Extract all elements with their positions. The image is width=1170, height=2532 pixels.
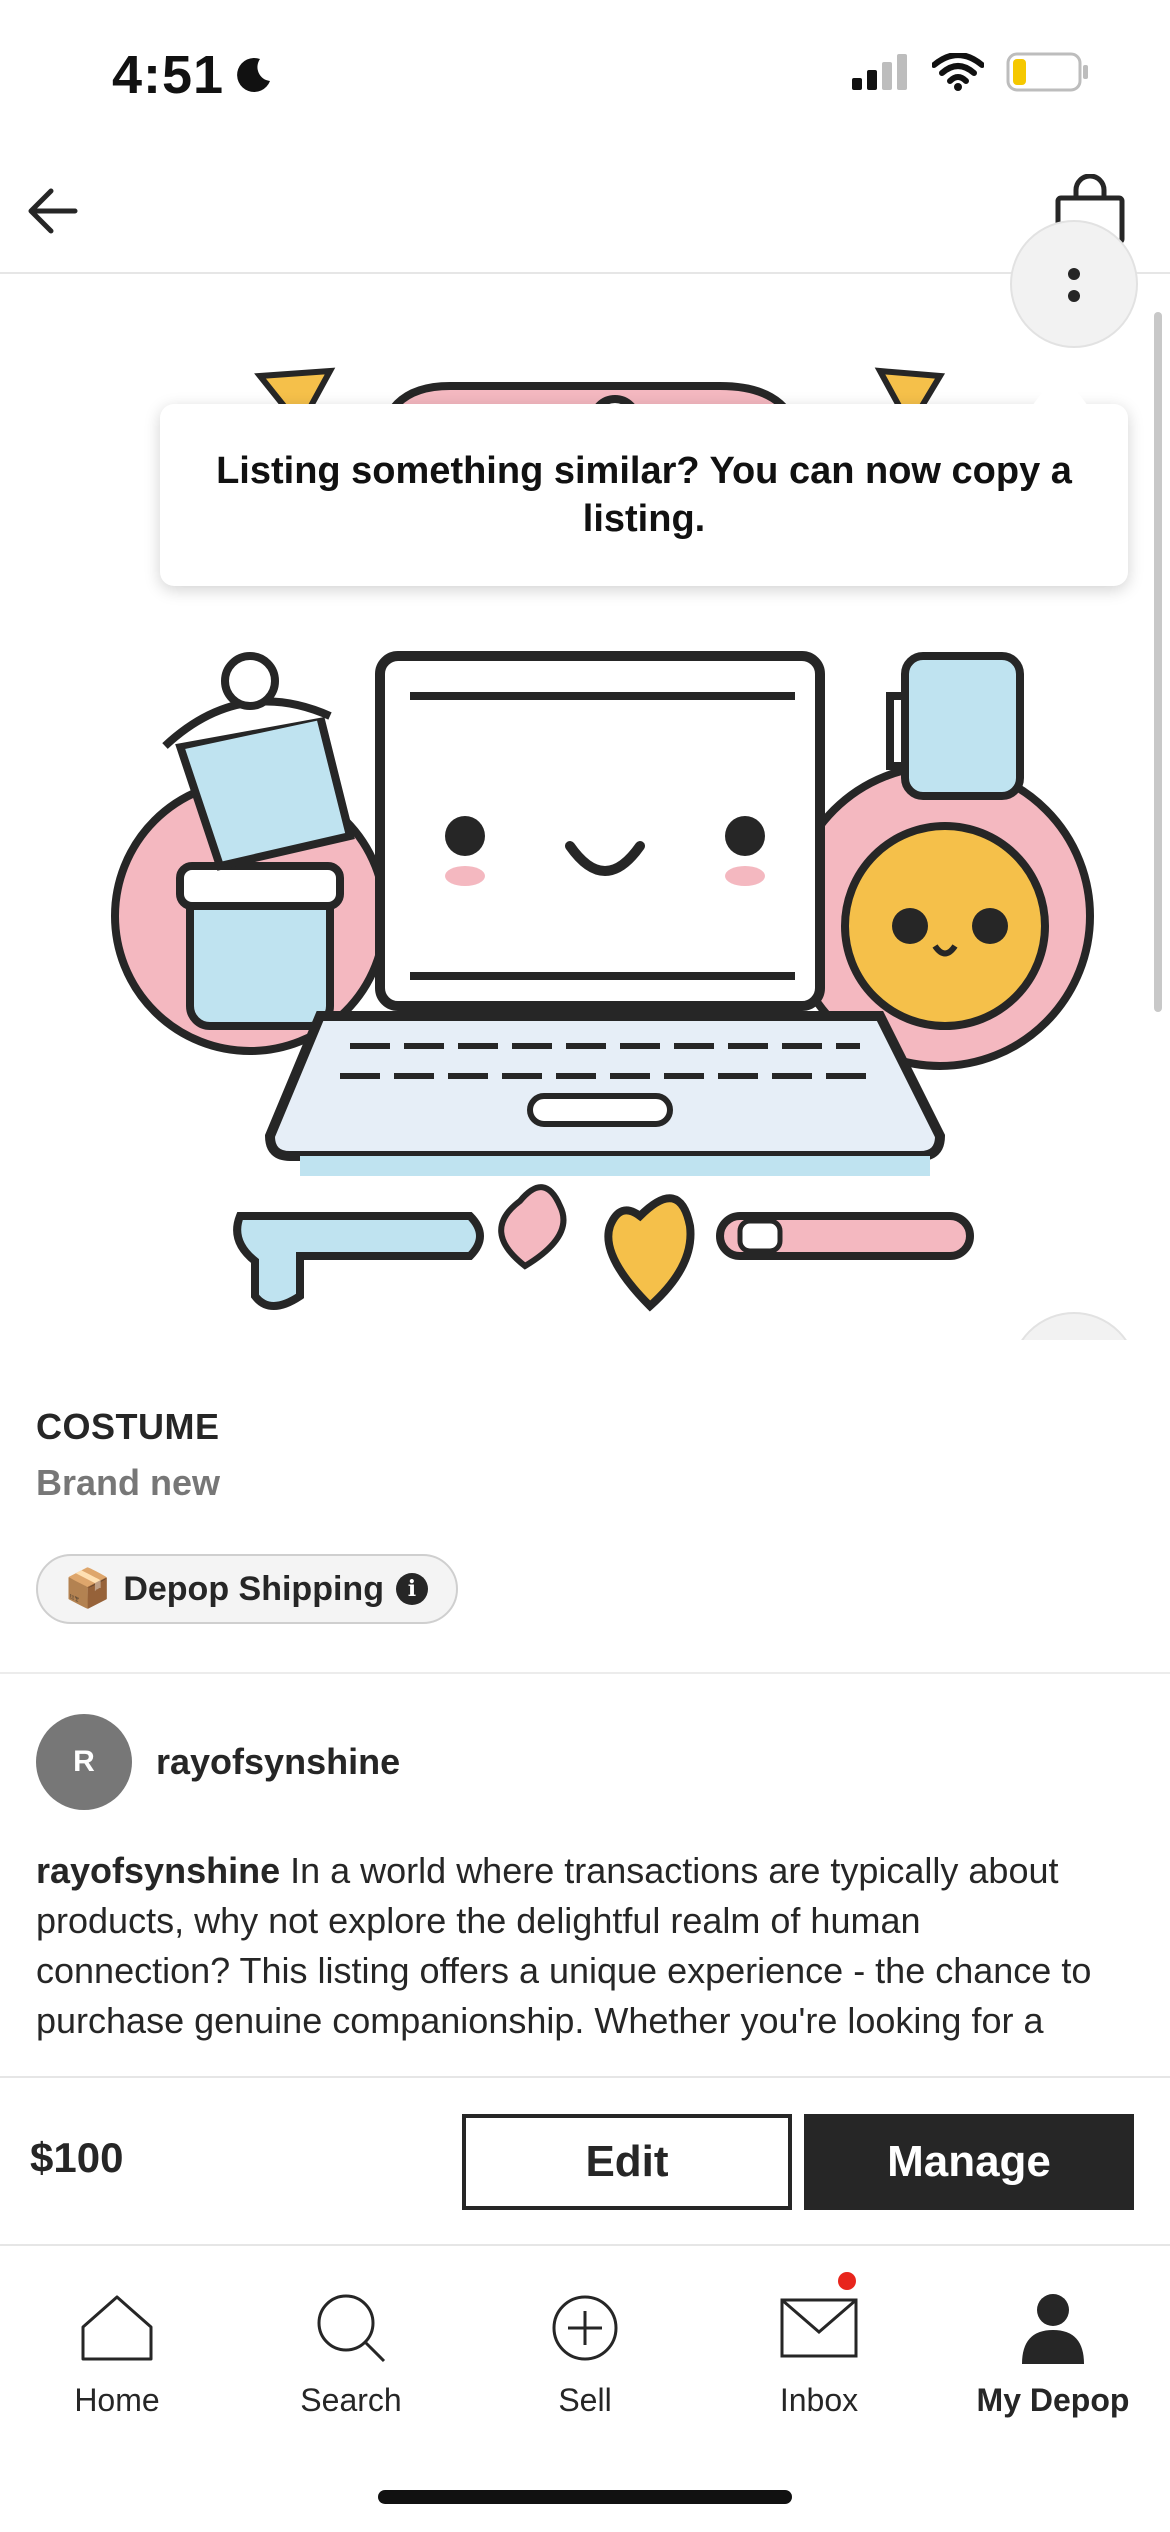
plus-circle-icon xyxy=(552,2295,618,2361)
notification-dot xyxy=(838,2272,856,2290)
nav-label: Search xyxy=(300,2382,402,2418)
more-options-button[interactable] xyxy=(1010,220,1138,348)
copy-listing-tooltip[interactable]: Listing something similar? You can now c… xyxy=(160,368,1128,586)
battery-icon xyxy=(1006,52,1088,92)
description-username[interactable]: rayofsynshine xyxy=(36,1850,280,1891)
nav-label: Inbox xyxy=(779,2382,859,2418)
nav-label: Home xyxy=(74,2382,160,2418)
nav-item-search[interactable]: Search xyxy=(234,2248,468,2448)
nav-item-inbox[interactable]: Inbox xyxy=(702,2248,936,2448)
product-description: rayofsynshine In a world where transacti… xyxy=(36,1846,1116,2076)
product-condition: Brand new xyxy=(36,1462,221,1503)
tooltip-arrow xyxy=(1032,368,1088,406)
bottom-nav: Home Search Sell Inbox My Depop xyxy=(0,2248,1170,2448)
price: $100 xyxy=(30,2134,124,2181)
scrollbar[interactable] xyxy=(1154,312,1162,1012)
nav-item-my-depop[interactable]: My Depop xyxy=(936,2248,1170,2448)
nav-item-home[interactable]: Home xyxy=(0,2248,234,2448)
status-time: 4:51 xyxy=(112,44,274,106)
divider xyxy=(0,1672,1170,1674)
info-icon[interactable]: i xyxy=(395,1573,428,1605)
nav-item-sell[interactable]: Sell xyxy=(468,2248,702,2448)
moon-icon xyxy=(237,57,271,92)
wifi-icon xyxy=(932,53,984,91)
status-icons xyxy=(852,52,1090,92)
mail-icon xyxy=(780,2298,858,2358)
search-icon xyxy=(317,2294,386,2363)
nav-label: My Depop xyxy=(976,2382,1130,2418)
package-icon: 📦 xyxy=(64,1568,112,1610)
arrow-left-icon xyxy=(28,188,78,234)
edit-button[interactable]: Edit xyxy=(462,2114,792,2210)
avatar[interactable]: R xyxy=(36,1714,132,1810)
shipping-label: Depop Shipping xyxy=(123,1569,384,1608)
home-icon xyxy=(81,2295,153,2361)
nav-label: Sell xyxy=(558,2382,612,2418)
seller-username[interactable]: rayofsynshine xyxy=(156,1741,400,1783)
home-indicator xyxy=(378,2490,792,2504)
clock-text: 4:51 xyxy=(112,45,225,105)
person-icon xyxy=(1022,2294,1084,2364)
manage-button[interactable]: Manage xyxy=(804,2114,1134,2210)
cellular-signal-icon xyxy=(852,54,907,90)
shipping-badge[interactable]: 📦 Depop Shipping i xyxy=(36,1554,458,1624)
product-title: COSTUME xyxy=(36,1406,220,1447)
top-header xyxy=(0,150,1170,274)
back-button[interactable] xyxy=(18,176,88,246)
tooltip-text: Listing something similar? You can now c… xyxy=(216,450,1072,540)
action-bar: $100 Edit Manage xyxy=(0,2076,1170,2246)
status-bar: 4:51 xyxy=(0,0,1170,150)
seller-row[interactable]: R rayofsynshine xyxy=(36,1714,400,1810)
more-vertical-icon xyxy=(1068,268,1080,302)
